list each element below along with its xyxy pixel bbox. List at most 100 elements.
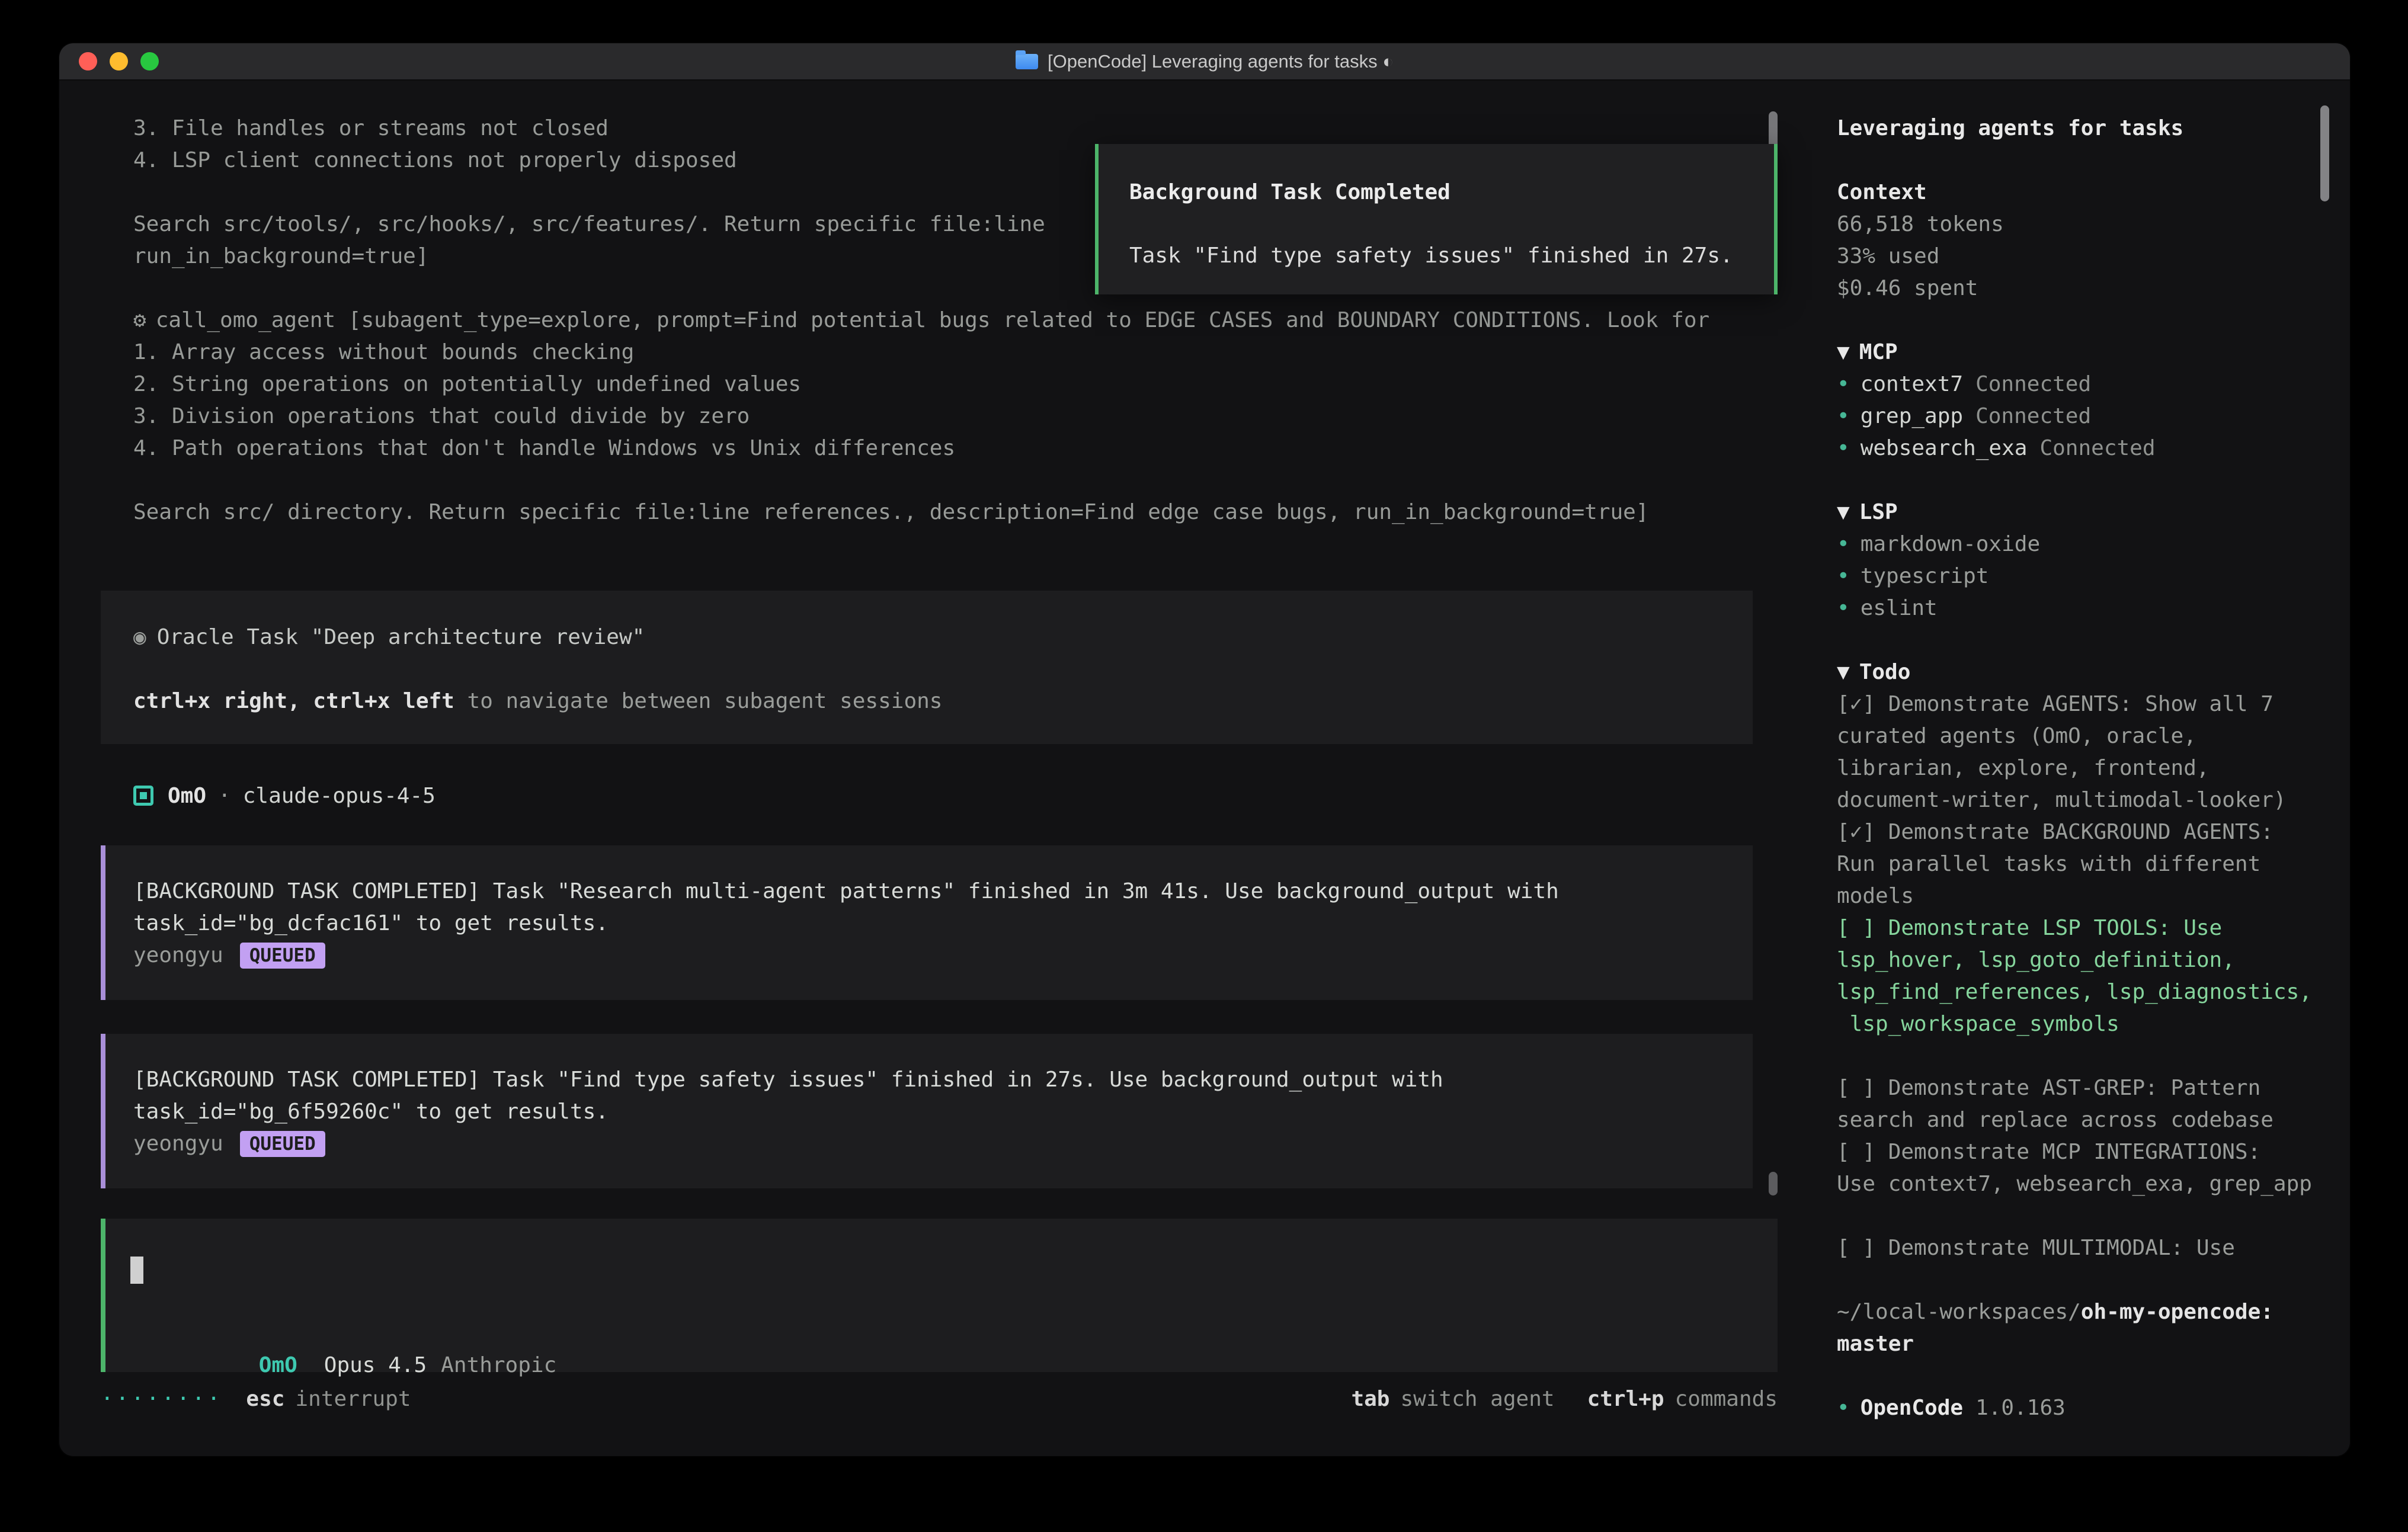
terminal-line: 2. String operations on potentially unde… (101, 368, 1778, 400)
window-title: [OpenCode] Leveraging agents for tasks ◐ (1016, 51, 1394, 72)
message-line-1: [BACKGROUND TASK COMPLETED] Task "Resear… (133, 876, 1753, 908)
oracle-task-title: Oracle Task "Deep architecture review" (157, 625, 645, 649)
ctrlp-key-label: commands (1675, 1387, 1778, 1411)
todo-line: lsp_find_references, lsp_diagnostics, (1837, 976, 2332, 1008)
context-tokens: 66,518 tokens (1837, 209, 2332, 241)
input-agent-label[interactable]: OmO (259, 1353, 297, 1377)
terminal-line: 3. Division operations that could divide… (101, 400, 1778, 432)
window-controls (79, 52, 159, 70)
mcp-name: grep_app (1861, 404, 1963, 428)
folder-icon (1016, 54, 1038, 69)
background-task-messages: [BACKGROUND TASK COMPLETED] Task "Resear… (101, 845, 1778, 1188)
todo-line: curated agents (OmO, oracle, (1837, 720, 2332, 752)
session-title: Leveraging agents for tasks (1837, 113, 2332, 145)
mcp-item: •websearch_exaConnected (1837, 432, 2332, 464)
todo-line (1837, 1200, 2332, 1232)
app-window: [OpenCode] Leveraging agents for tasks ◐… (59, 43, 2350, 1456)
bullet-icon: • (1837, 372, 1850, 396)
oracle-hint-line: ctrl+x right, ctrl+x left to navigate be… (133, 685, 1753, 717)
agent-session-header[interactable]: OmO · claude-opus-4-5 (101, 780, 1778, 812)
main-scrollbar-thumb-lower[interactable] (1769, 1172, 1778, 1196)
fisheye-icon: ◉ (133, 625, 146, 649)
todo-line (1837, 1040, 2332, 1072)
background-task-message: [BACKGROUND TASK COMPLETED] Task "Find t… (101, 1034, 1753, 1188)
workspace-repo: oh-my-opencode: (2081, 1300, 2273, 1324)
terminal-line: Search src/ directory. Return specific f… (101, 496, 1778, 528)
notification-title: Background Task Completed (1129, 177, 1774, 209)
collapse-icon: ▼ (1837, 660, 1850, 684)
window-title-text: [OpenCode] Leveraging agents for tasks ◐ (1048, 51, 1394, 72)
todo-line: lsp_hover, lsp_goto_definition, (1837, 944, 2332, 976)
message-line-2: task_id="bg_dcfac161" to get results. (133, 908, 1753, 940)
mcp-status: Connected (1975, 372, 2091, 396)
context-heading: Context (1837, 177, 2332, 209)
status-badge: QUEUED (240, 943, 325, 969)
todo-line: [✓] Demonstrate BACKGROUND AGENTS: (1837, 816, 2332, 848)
message-meta: yeongyu QUEUED (133, 940, 1753, 972)
spacer-line (1837, 464, 2332, 496)
mcp-name: websearch_exa (1861, 436, 2028, 460)
todo-line: librarian, explore, frontend, (1837, 752, 2332, 784)
titlebar: [OpenCode] Leveraging agents for tasks ◐ (59, 43, 2350, 81)
spacer (1129, 209, 1774, 240)
sidebar: Leveraging agents for tasks Context 66,5… (1812, 81, 2350, 1456)
prompt-input[interactable]: OmOOpus 4.5Anthropic (101, 1219, 1778, 1372)
app-name: OpenCode (1861, 1396, 1963, 1420)
spacer-line (1837, 1360, 2332, 1392)
terminal-line: 4. Path operations that don't handle Win… (101, 432, 1778, 464)
message-meta: yeongyu QUEUED (133, 1128, 1753, 1160)
terminal-line (101, 464, 1778, 496)
spacer (130, 1286, 1778, 1318)
spacer-line (1837, 145, 2332, 177)
input-meta: OmOOpus 4.5Anthropic (130, 1318, 1778, 1350)
close-button[interactable] (79, 52, 97, 70)
notification-toast: Background Task Completed Task "Find typ… (1095, 144, 1778, 294)
todo-line: Use context7, websearch_exa, grep_app (1837, 1168, 2332, 1200)
tool-call-text: call_omo_agent [subagent_type=explore, p… (156, 308, 1710, 332)
mcp-heading: MCP (1859, 340, 1898, 364)
agent-model: claude-opus-4-5 (243, 784, 436, 808)
workspace-branch: master (1837, 1328, 2332, 1360)
todo-line: [✓] Demonstrate AGENTS: Show all 7 (1837, 688, 2332, 720)
message-line-1: [BACKGROUND TASK COMPLETED] Task "Find t… (133, 1064, 1753, 1096)
hint-text: to navigate between subagent sessions (454, 689, 943, 713)
sidebar-scrollbar-thumb[interactable] (2320, 105, 2329, 201)
bullet-icon: • (1837, 436, 1850, 460)
oracle-task-title-line: ◉ Oracle Task "Deep architecture review" (133, 621, 1753, 653)
message-line-2: task_id="bg_6f59260c" to get results. (133, 1096, 1753, 1128)
lsp-name: eslint (1861, 596, 1938, 620)
workspace-prefix: ~/local-workspaces/ (1837, 1300, 2081, 1324)
mcp-section-header[interactable]: ▼ MCP (1837, 336, 2332, 368)
mcp-name: context7 (1861, 372, 1963, 396)
lsp-section-header[interactable]: ▼ LSP (1837, 496, 2332, 528)
todo-line: [ ] Demonstrate MULTIMODAL: Use (1837, 1232, 2332, 1264)
mcp-list: •context7Connected•grep_appConnected•web… (1837, 368, 2332, 464)
input-model-label[interactable]: Opus 4.5 (324, 1353, 427, 1377)
lsp-heading: LSP (1859, 500, 1898, 524)
terminal-line: 1. Array access without bounds checking (101, 336, 1778, 368)
todo-list: [✓] Demonstrate AGENTS: Show all 7curate… (1837, 688, 2332, 1264)
ctrlp-key-hint: ctrl+p (1587, 1387, 1664, 1411)
todo-line: [ ] Demonstrate MCP INTEGRATIONS: (1837, 1136, 2332, 1168)
mcp-item: • context7 Connected (1837, 368, 2332, 400)
todo-line: [ ] Demonstrate LSP TOOLS: Use (1837, 912, 2332, 944)
agent-icon (133, 786, 153, 806)
minimize-button[interactable] (110, 52, 128, 70)
hint-keys: ctrl+x right, ctrl+x left (133, 689, 454, 713)
spacer-line (1837, 305, 2332, 336)
lsp-name: markdown-oxide (1861, 532, 2040, 556)
input-line[interactable] (130, 1254, 1778, 1286)
app-version: 1.0.163 (1975, 1396, 2066, 1420)
lsp-item: •typescript (1837, 560, 2332, 592)
collapse-icon: ▼ (1837, 340, 1850, 364)
bullet-icon: • (1837, 1396, 1850, 1420)
terminal-output-list: 1. Array access without bounds checking2… (101, 336, 1778, 528)
zoom-button[interactable] (140, 52, 159, 70)
esc-key-hint: esc (246, 1387, 284, 1411)
collapse-icon: ▼ (1837, 500, 1850, 524)
app-version-row: • OpenCode 1.0.163 (1837, 1392, 2332, 1424)
bullet-icon: • (1837, 564, 1850, 588)
todo-line: search and replace across codebase (1837, 1104, 2332, 1136)
todo-section-header[interactable]: ▼Todo (1837, 656, 2332, 688)
todo-line: models (1837, 880, 2332, 912)
